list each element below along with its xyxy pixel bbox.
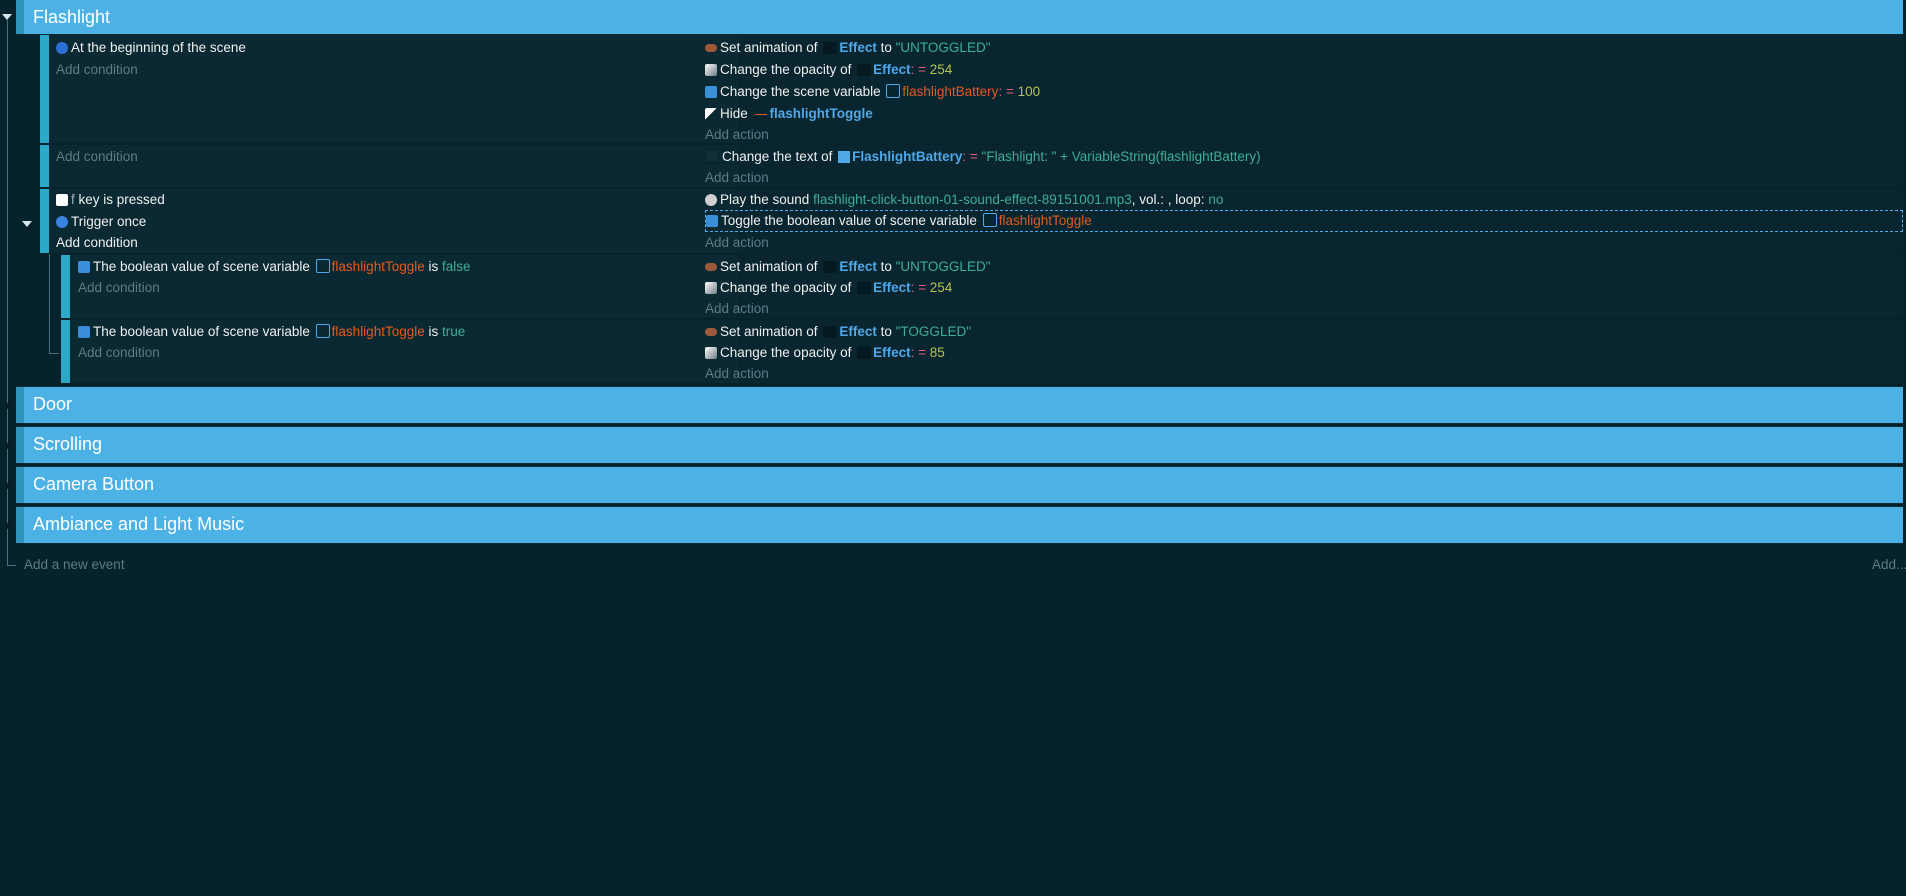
subevent-toggle-false[interactable]: The boolean value of scene variable flas… [61, 255, 1903, 319]
opacity-icon [705, 347, 717, 359]
object-thumbnail-icon [823, 42, 838, 54]
trigger-once-icon [56, 216, 68, 228]
opacity-icon [705, 282, 717, 294]
group-title: Ambiance and Light Music [33, 514, 245, 534]
event-bar [40, 189, 49, 253]
group-title: Flashlight [33, 7, 111, 27]
subevent-toggle-true[interactable]: The boolean value of scene variable flas… [61, 320, 1903, 384]
event-key-pressed[interactable]: f key is pressed Trigger once Add condit… [40, 189, 1903, 254]
group-accent [16, 507, 24, 543]
object-thumbnail-icon [857, 282, 872, 294]
expand-arrow-icon[interactable] [6, 482, 11, 490]
sound-icon [705, 194, 717, 206]
subevent-guide-line-branch [49, 353, 59, 354]
object-thumbnail-icon [754, 114, 767, 115]
event-begin-scene[interactable]: At the beginning of the scene Add condit… [40, 35, 1903, 144]
keyboard-icon [56, 194, 68, 206]
variable-icon [78, 261, 90, 273]
group-accent [16, 0, 24, 34]
group-title: Scrolling [33, 434, 103, 454]
scene-variable-icon [315, 324, 330, 338]
condition-row[interactable]: Trigger once [56, 211, 146, 233]
collapse-arrow-icon[interactable] [2, 14, 12, 20]
event-bar [61, 255, 70, 318]
variable-icon [706, 215, 718, 227]
action-row-selected[interactable]: Toggle the boolean value of scene variab… [706, 210, 1092, 232]
add-condition-button[interactable]: Add condition [56, 232, 138, 254]
expand-arrow-icon[interactable] [6, 402, 11, 410]
group-door[interactable]: Door [16, 386, 1903, 424]
action-row[interactable]: Play the sound flashlight-click-button-0… [705, 189, 1223, 211]
scene-variable-icon [315, 259, 330, 273]
action-row[interactable]: Change the scene variable flashlightBatt… [705, 81, 1040, 103]
action-row[interactable]: Change the text of FlashlightBattery: = … [705, 146, 1261, 168]
variable-icon [78, 326, 90, 338]
subevent-guide-line [49, 254, 50, 353]
event-bar [61, 320, 70, 383]
scene-icon [56, 42, 68, 54]
tree-guide-line-bottom [7, 565, 16, 566]
group-title: Camera Button [33, 474, 155, 494]
hide-icon [705, 108, 717, 120]
action-row[interactable]: Set animation of Effect to "TOGGLED" [705, 321, 971, 343]
action-row[interactable]: Hide flashlightToggle [705, 103, 873, 125]
animation-icon [705, 263, 717, 271]
group-flashlight[interactable]: Flashlight [16, 0, 1903, 35]
group-accent [16, 427, 24, 463]
condition-row[interactable]: f key is pressed [56, 189, 165, 211]
condition-row[interactable]: At the beginning of the scene [56, 37, 246, 59]
add-condition-button[interactable]: Add condition [78, 277, 160, 299]
event-bar [40, 145, 49, 187]
add-condition-button[interactable]: Add condition [56, 146, 138, 168]
add-action-button[interactable]: Add action [705, 124, 769, 146]
animation-icon [705, 44, 717, 52]
text-icon [705, 149, 719, 163]
action-row[interactable]: Change the opacity of Effect: = 85 [705, 342, 945, 364]
condition-text: At the beginning of the scene [71, 40, 246, 55]
group-accent [16, 467, 24, 503]
text-object-icon [838, 151, 851, 163]
group-camera-button[interactable]: Camera Button [16, 466, 1903, 504]
opacity-icon [705, 64, 717, 76]
expand-arrow-icon[interactable] [6, 522, 11, 530]
condition-row[interactable]: The boolean value of scene variable flas… [78, 256, 471, 278]
condition-row[interactable]: The boolean value of scene variable flas… [78, 321, 465, 343]
variable-icon [705, 86, 717, 98]
action-row[interactable]: Set animation of Effect to "UNTOGGLED" [705, 256, 991, 278]
group-scrolling[interactable]: Scrolling [16, 426, 1903, 464]
group-accent [16, 387, 24, 423]
action-row[interactable]: Change the opacity of Effect: = 254 [705, 59, 952, 81]
action-row[interactable]: Set animation of Effect to "UNTOGGLED" [705, 37, 991, 59]
add-new-event-button[interactable]: Add a new event [24, 557, 125, 572]
add-condition-button[interactable]: Add condition [56, 59, 138, 81]
add-action-button[interactable]: Add action [705, 363, 769, 385]
group-title: Door [33, 394, 73, 414]
expand-arrow-icon[interactable] [6, 442, 11, 450]
event-battery-text[interactable]: Add condition Change the text of Flashli… [40, 145, 1903, 188]
action-row[interactable]: Change the opacity of Effect: = 254 [705, 277, 952, 299]
add-more-button[interactable]: Add... [1872, 557, 1906, 572]
scene-variable-icon [982, 213, 997, 227]
event-bar [40, 35, 49, 143]
group-ambiance[interactable]: Ambiance and Light Music [16, 506, 1903, 544]
collapse-subevents-icon[interactable] [22, 221, 32, 227]
add-action-button[interactable]: Add action [705, 167, 769, 189]
add-condition-button[interactable]: Add condition [78, 342, 160, 364]
object-thumbnail-icon [857, 64, 872, 76]
object-thumbnail-icon [823, 326, 838, 338]
object-thumbnail-icon [857, 347, 872, 359]
object-thumbnail-icon [823, 261, 838, 273]
scene-variable-icon [886, 84, 901, 98]
animation-icon [705, 328, 717, 336]
add-action-button[interactable]: Add action [705, 232, 769, 254]
add-action-button[interactable]: Add action [705, 298, 769, 320]
